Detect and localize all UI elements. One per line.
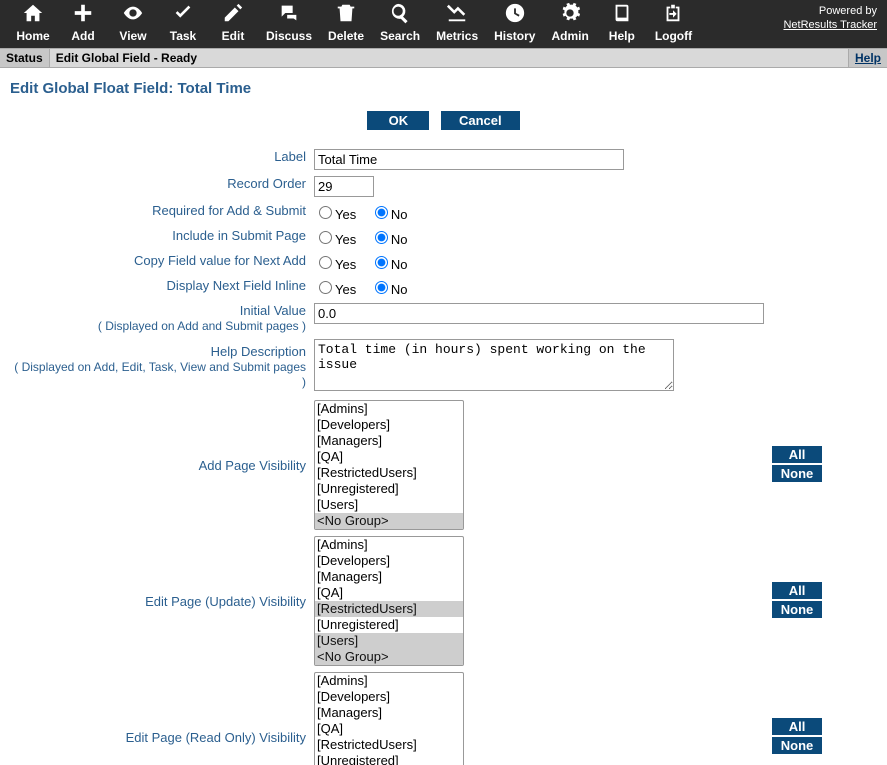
label-label: Label xyxy=(10,146,310,173)
delete-label: Delete xyxy=(328,29,364,43)
home-button[interactable]: Home xyxy=(12,2,54,43)
edit-upd-none-button[interactable]: None xyxy=(772,601,822,618)
required-yes-option[interactable]: Yes xyxy=(314,207,356,222)
task-label: Task xyxy=(170,29,196,43)
home-label: Home xyxy=(16,29,49,43)
edit-readonly-visibility-label: Edit Page (Read Only) Visibility xyxy=(126,730,306,745)
powered-by-text: Powered by xyxy=(783,4,877,18)
product-link[interactable]: NetResults Tracker xyxy=(783,19,877,31)
ok-button[interactable]: OK xyxy=(367,111,429,130)
home-icon xyxy=(22,2,44,27)
discuss-button[interactable]: Discuss xyxy=(262,2,316,43)
edit-upd-all-button[interactable]: All xyxy=(772,582,822,599)
edit-button[interactable]: Edit xyxy=(212,2,254,43)
logoff-button[interactable]: Logoff xyxy=(651,2,696,43)
button-row: OK Cancel xyxy=(10,111,877,130)
copy-yes-radio[interactable] xyxy=(319,256,332,269)
main-toolbar: Home Add View Task Edit Discuss Delete S… xyxy=(0,0,887,48)
help-button[interactable]: Help xyxy=(601,2,643,43)
eye-icon xyxy=(122,2,144,27)
discuss-label: Discuss xyxy=(266,29,312,43)
edit-readonly-visibility-select[interactable]: [Admins][Developers][Managers][QA][Restr… xyxy=(314,672,464,765)
include-no-option[interactable]: No xyxy=(370,232,408,247)
search-label: Search xyxy=(380,29,420,43)
inline-yes-option[interactable]: Yes xyxy=(314,282,356,297)
inline-no-radio[interactable] xyxy=(375,281,388,294)
edit-ro-none-button[interactable]: None xyxy=(772,737,822,754)
plus-icon xyxy=(72,2,94,27)
copy-no-radio[interactable] xyxy=(375,256,388,269)
required-no-option[interactable]: No xyxy=(370,207,408,222)
history-label: History xyxy=(494,29,535,43)
pencil-icon xyxy=(222,2,244,27)
history-button[interactable]: History xyxy=(490,2,539,43)
task-button[interactable]: Task xyxy=(162,2,204,43)
status-bar: Status Edit Global Field - Ready Help xyxy=(0,48,887,68)
include-no-radio[interactable] xyxy=(375,231,388,244)
chat-icon xyxy=(278,2,300,27)
page-title: Edit Global Float Field: Total Time xyxy=(10,80,877,97)
edit-ro-all-button[interactable]: All xyxy=(772,718,822,735)
search-icon xyxy=(389,2,411,27)
initial-value-hint: ( Displayed on Add and Submit pages ) xyxy=(98,319,306,333)
required-label: Required for Add & Submit xyxy=(10,200,310,225)
logoff-label: Logoff xyxy=(655,29,692,43)
add-label: Add xyxy=(71,29,94,43)
metrics-button[interactable]: Metrics xyxy=(432,2,482,43)
include-yes-option[interactable]: Yes xyxy=(314,232,356,247)
status-label: Status xyxy=(0,49,50,67)
initial-value-label: Initial Value xyxy=(240,303,306,318)
view-label: View xyxy=(119,29,146,43)
required-yes-radio[interactable] xyxy=(319,206,332,219)
metrics-label: Metrics xyxy=(436,29,478,43)
inline-no-option[interactable]: No xyxy=(370,282,408,297)
admin-button[interactable]: Admin xyxy=(547,2,592,43)
help-desc-label: Help Description xyxy=(211,344,306,359)
help-desc-hint: ( Displayed on Add, Edit, Task, View and… xyxy=(14,360,306,389)
status-help-link[interactable]: Help xyxy=(848,49,887,67)
include-submit-label: Include in Submit Page xyxy=(10,225,310,250)
display-inline-label: Display Next Field Inline xyxy=(10,275,310,300)
edit-update-visibility-label: Edit Page (Update) Visibility xyxy=(145,594,306,609)
book-icon xyxy=(611,2,633,27)
delete-button[interactable]: Delete xyxy=(324,2,368,43)
form-table: Label Record Order Required for Add & Su… xyxy=(10,146,826,765)
branding: Powered by NetResults Tracker xyxy=(783,4,877,33)
record-order-label: Record Order xyxy=(10,173,310,200)
inline-yes-radio[interactable] xyxy=(319,281,332,294)
trash-icon xyxy=(335,2,357,27)
copy-yes-option[interactable]: Yes xyxy=(314,257,356,272)
main-content: Edit Global Float Field: Total Time OK C… xyxy=(0,68,887,765)
logout-icon xyxy=(662,2,684,27)
clock-icon xyxy=(504,2,526,27)
add-visibility-select[interactable]: [Admins][Developers][Managers][QA][Restr… xyxy=(314,400,464,530)
required-no-radio[interactable] xyxy=(375,206,388,219)
copy-next-label: Copy Field value for Next Add xyxy=(10,250,310,275)
status-text: Edit Global Field - Ready xyxy=(50,49,848,67)
record-order-input[interactable] xyxy=(314,176,374,197)
add-vis-all-button[interactable]: All xyxy=(772,446,822,463)
add-vis-none-button[interactable]: None xyxy=(772,465,822,482)
search-button[interactable]: Search xyxy=(376,2,424,43)
edit-update-visibility-select[interactable]: [Admins][Developers][Managers][QA][Restr… xyxy=(314,536,464,666)
initial-value-input[interactable] xyxy=(314,303,764,324)
include-yes-radio[interactable] xyxy=(319,231,332,244)
add-button[interactable]: Add xyxy=(62,2,104,43)
chart-icon xyxy=(446,2,468,27)
add-visibility-label: Add Page Visibility xyxy=(199,458,306,473)
cancel-button[interactable]: Cancel xyxy=(441,111,520,130)
check-icon xyxy=(172,2,194,27)
view-button[interactable]: View xyxy=(112,2,154,43)
gear-icon xyxy=(559,2,581,27)
copy-no-option[interactable]: No xyxy=(370,257,408,272)
admin-label: Admin xyxy=(551,29,588,43)
label-input[interactable] xyxy=(314,149,624,170)
help-desc-textarea[interactable]: Total time (in hours) spent working on t… xyxy=(314,339,674,391)
help-label: Help xyxy=(609,29,635,43)
edit-label: Edit xyxy=(222,29,245,43)
